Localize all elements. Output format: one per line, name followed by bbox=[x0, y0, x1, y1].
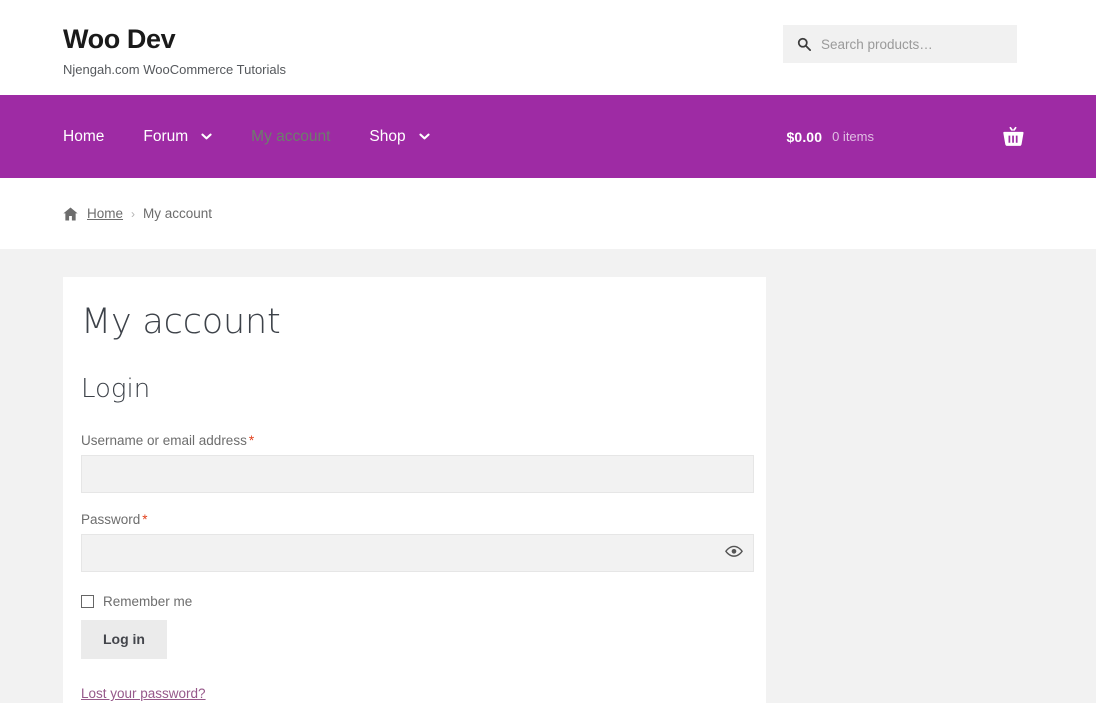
username-label-text: Username or email address bbox=[81, 433, 247, 449]
breadcrumb: Home › My account bbox=[63, 206, 212, 221]
search-icon bbox=[797, 37, 811, 51]
site-branding[interactable]: Woo Dev Njengah.com WooCommerce Tutorial… bbox=[63, 24, 286, 78]
breadcrumb-item-current: My account bbox=[143, 206, 213, 221]
breadcrumb-band: Home › My account bbox=[0, 178, 1096, 249]
username-label: Username or email address * bbox=[81, 433, 754, 448]
cart-total: $0.00 bbox=[786, 128, 823, 145]
login-button[interactable]: Log in bbox=[81, 620, 167, 660]
main-navigation: Home Forum My account Shop $0.00 0 items bbox=[0, 95, 1096, 178]
lost-password-link[interactable]: Lost your password? bbox=[81, 686, 206, 701]
login-form: Username or email address * Password * R… bbox=[81, 433, 754, 703]
username-field-row: Username or email address * bbox=[81, 433, 754, 494]
site-title: Woo Dev bbox=[63, 24, 176, 54]
chevron-down-icon bbox=[201, 133, 212, 140]
show-password-button[interactable] bbox=[725, 544, 743, 562]
home-icon[interactable] bbox=[63, 207, 78, 221]
required-marker: * bbox=[142, 512, 148, 528]
lost-password-row: Lost your password? bbox=[81, 659, 754, 703]
cart-item-count: 0 items bbox=[832, 129, 874, 144]
shopping-basket-icon[interactable] bbox=[1002, 126, 1024, 147]
nav-list: Home Forum My account Shop bbox=[63, 95, 469, 178]
username-input[interactable] bbox=[81, 455, 754, 494]
nav-item-forum[interactable]: Forum bbox=[143, 128, 212, 146]
content-inner: My account Login Username or email addre… bbox=[63, 301, 766, 703]
eye-icon bbox=[725, 546, 743, 558]
site-header: Woo Dev Njengah.com WooCommerce Tutorial… bbox=[0, 0, 1096, 95]
account-content-card: My account Login Username or email addre… bbox=[63, 277, 766, 703]
breadcrumb-separator: › bbox=[131, 206, 136, 221]
product-search[interactable] bbox=[783, 25, 1017, 63]
site-tagline: Njengah.com WooCommerce Tutorials bbox=[63, 62, 287, 78]
remember-me-checkbox[interactable] bbox=[81, 595, 94, 609]
page-area: My account Login Username or email addre… bbox=[0, 249, 1096, 703]
nav-item-label: Home bbox=[63, 127, 105, 145]
password-label-text: Password bbox=[81, 512, 141, 528]
nav-item-shop[interactable]: Shop bbox=[369, 127, 430, 146]
breadcrumb-item-home[interactable]: Home bbox=[87, 206, 123, 221]
nav-item-home[interactable]: Home bbox=[63, 128, 104, 146]
password-label: Password * bbox=[81, 512, 754, 527]
nav-item-label: My account bbox=[251, 127, 331, 145]
nav-item-my-account[interactable]: My account bbox=[251, 128, 330, 146]
search-input[interactable] bbox=[821, 36, 1005, 52]
remember-me-row[interactable]: Remember me bbox=[81, 594, 754, 609]
login-heading: Login bbox=[81, 373, 151, 404]
cart-summary[interactable]: $0.00 0 items bbox=[787, 95, 1024, 178]
required-marker: * bbox=[248, 433, 255, 449]
nav-item-label: Shop bbox=[369, 127, 406, 145]
password-field-row: Password * bbox=[81, 512, 754, 573]
password-input[interactable] bbox=[81, 534, 754, 573]
page-title: My account bbox=[81, 302, 281, 342]
nav-item-label: Forum bbox=[143, 127, 189, 145]
remember-me-label[interactable]: Remember me bbox=[103, 594, 192, 609]
chevron-down-icon bbox=[419, 133, 430, 140]
